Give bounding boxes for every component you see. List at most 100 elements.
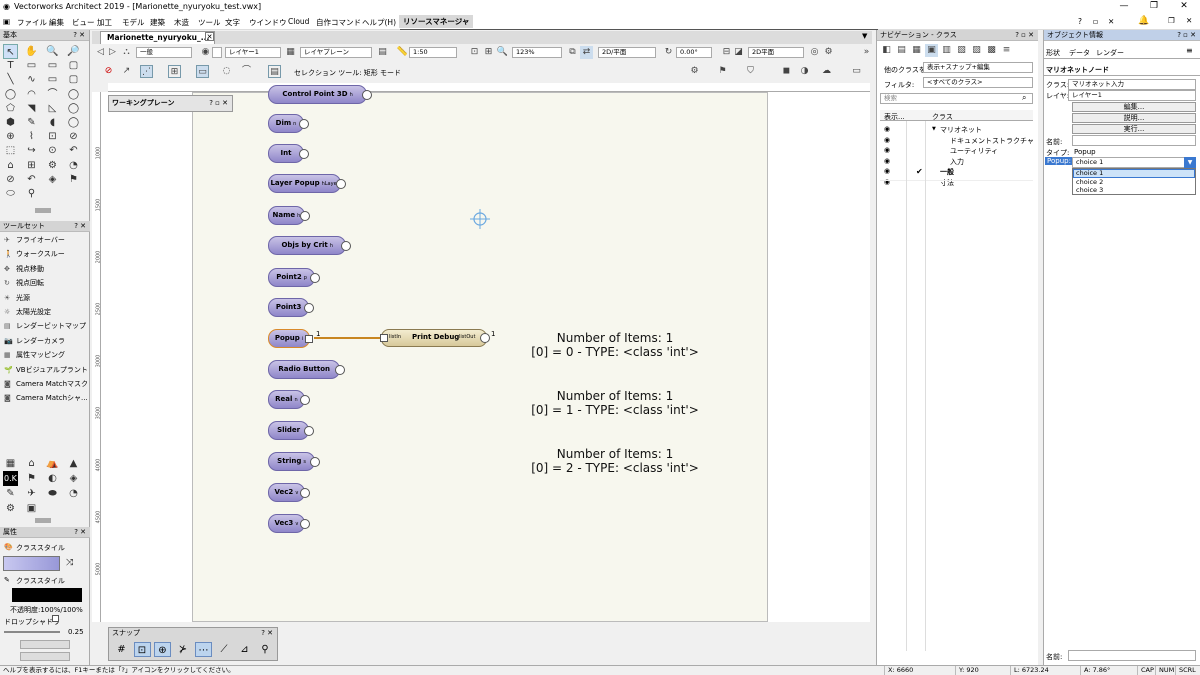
toolset-item[interactable]: ▦ 属性マッピング [4,350,65,360]
name2-field[interactable] [1068,650,1196,661]
tab-render[interactable]: レンダー [1096,48,1124,58]
toolset-item[interactable]: ☼ 太陽光設定 [4,307,51,317]
marionette-node[interactable]: Popup i [268,329,313,348]
close-tab-icon[interactable]: ✕ [205,32,214,41]
class-tree-item[interactable]: 入力 [950,157,964,167]
menu-model[interactable]: モデル [122,17,145,28]
clip-icon[interactable]: ⊘ [66,129,81,144]
snap-icon[interactable]: ⊕ [3,129,18,144]
menu-view[interactable]: ビュー [72,17,95,28]
node-output-port[interactable] [299,395,310,405]
document-tab[interactable]: Marionette_nyuryoku_... [100,31,215,44]
swap-icon[interactable]: ⤨ [66,558,73,568]
marionette-node[interactable]: Point2 p [268,268,321,287]
freehand-icon[interactable]: ∿ [24,72,39,87]
snap-toggle[interactable]: # [113,642,130,657]
menu-window[interactable]: ウインドウ [249,17,287,28]
key-icon[interactable]: ⚲ [24,186,39,201]
visibility-eye-icon[interactable]: ◉ [884,136,890,144]
toolset-grid-icon[interactable]: ◔ [66,486,81,501]
crop-icon[interactable]: ⊡ [45,129,60,144]
toolset-item[interactable]: 🌱 VBビジュアルプラント [4,365,88,375]
spiral-icon[interactable]: ⌇ [24,129,39,144]
toolset-item[interactable]: ✈ フライオーバー [4,235,65,245]
menu-architect[interactable]: 建築 [150,17,165,28]
name-field[interactable] [1072,135,1196,146]
class-tree-item[interactable]: ユーティリティ [950,146,998,156]
toolset-item[interactable]: ◙ Camera Matchシャ... [4,393,88,403]
output-port[interactable] [480,333,490,343]
snap-toggle[interactable]: ⊁ [175,642,192,657]
node-output-port[interactable] [299,211,310,221]
nav-controls[interactable]: ? ▫ ✕ [1015,30,1034,41]
angle-field[interactable]: 0.00° [676,47,712,58]
attributes-controls[interactable]: ? ✕ [74,527,86,538]
grid-icon[interactable]: ⊞ [24,158,39,173]
snap-toggle[interactable]: ⋯ [195,642,212,657]
sphere-icon[interactable]: ◯ [66,101,81,116]
marionette-node[interactable]: Vec2 v [268,483,310,502]
line-style-selector[interactable] [20,640,70,649]
home-icon[interactable]: ⌂ [3,158,18,173]
marionette-node[interactable]: Objs by Crit h [268,236,352,255]
menu-help[interactable]: ヘルプ(H) [362,17,396,28]
node-output-port[interactable] [299,488,310,498]
toolset-item[interactable]: ◙ Camera Matchマスク [4,379,88,389]
edit-button[interactable]: 編集... [1072,102,1196,112]
snap-controls[interactable]: ? ✕ [261,628,273,639]
arc2-icon[interactable]: ⌒ [45,87,60,102]
marionette-node[interactable]: Point3 [268,298,315,317]
chevron-down-icon[interactable]: ▼ [932,126,936,132]
node-output-port[interactable] [299,519,310,529]
notification-bell-icon[interactable]: 🔔 [1138,16,1149,26]
pin-icon[interactable]: ▫ [1093,17,1098,26]
toolset-grid-icon[interactable]: ✎ [3,486,18,501]
resource-manager-tab[interactable]: リソースマネージャ [399,15,474,28]
toolset-grid-icon[interactable]: ▣ [24,501,39,516]
toolset-grid-icon[interactable]: ▦ [3,456,18,471]
scale-field[interactable]: 1:50 [409,47,457,58]
node-output-port[interactable] [305,335,313,343]
toolset-item[interactable]: ☀ 光源 [4,293,30,303]
marker-selector[interactable] [20,652,70,661]
other-class-dropdown[interactable]: 表示+スナップ+編集 [923,62,1033,73]
undo-icon[interactable]: ↶ [66,143,81,158]
menu-cloud[interactable]: Cloud [288,17,309,26]
menu-file[interactable]: ファイル [17,17,47,28]
zoom-icon[interactable]: 🔍 [45,44,60,59]
visibility-eye-icon[interactable]: ◉ [884,146,890,154]
toolset-item[interactable]: 🚶 ウォークスルー [4,249,65,259]
snap-toggle[interactable]: ⊡ [133,642,151,657]
tab-menu-icon[interactable]: ▼ [862,32,867,40]
toolset-item[interactable]: ✥ 視点移動 [4,264,44,274]
frame-icon[interactable]: ⬚ [3,143,18,158]
search-icon[interactable]: ⌕ [1022,93,1026,103]
snap-toggle[interactable]: ⊕ [154,642,171,657]
toolset-grid-icon[interactable]: ⚙ [3,501,18,516]
capsule-icon[interactable]: ⬭ [3,186,18,201]
class-tree-item[interactable]: マリオネット [940,125,982,135]
layer-plane-dropdown[interactable]: レイヤプレーン [300,47,372,58]
doc-close-icon[interactable]: ✕ [1186,16,1192,25]
popup-option[interactable]: choice 3 [1073,186,1195,194]
fill-swatch[interactable] [3,556,60,571]
toolset-grid-icon[interactable]: ⛺ [45,456,60,471]
marionette-node[interactable]: Radio Button [268,360,346,379]
layer-dropdown[interactable]: レイヤー1 [225,47,281,58]
render-dropdown[interactable]: 2D平面 [748,47,804,58]
line-weight-slider[interactable] [4,631,60,633]
toolset-grid-icon[interactable]: ▲ [66,456,81,471]
oi-layer-dropdown[interactable]: レイヤー1 [1068,90,1196,101]
circle-icon[interactable]: ◯ [3,87,18,102]
redo-icon[interactable]: ↪ [24,143,39,158]
snap-toggle[interactable]: ⟋ [216,642,233,657]
marionette-node[interactable]: Control Point 3D h [268,85,373,104]
menu-custom-commands[interactable]: 自作コマンド [316,17,361,28]
snap-toggle[interactable]: ⊿ [236,642,253,657]
marionette-node[interactable]: Name h [268,206,310,225]
help-button[interactable]: ? [1078,17,1082,26]
eyedropper-icon[interactable]: ✎ [24,115,39,130]
marionette-node[interactable]: Int [268,144,309,163]
visibility-eye-icon[interactable]: ◉ [884,125,890,133]
class-tree-item[interactable]: 一般 [940,167,954,177]
